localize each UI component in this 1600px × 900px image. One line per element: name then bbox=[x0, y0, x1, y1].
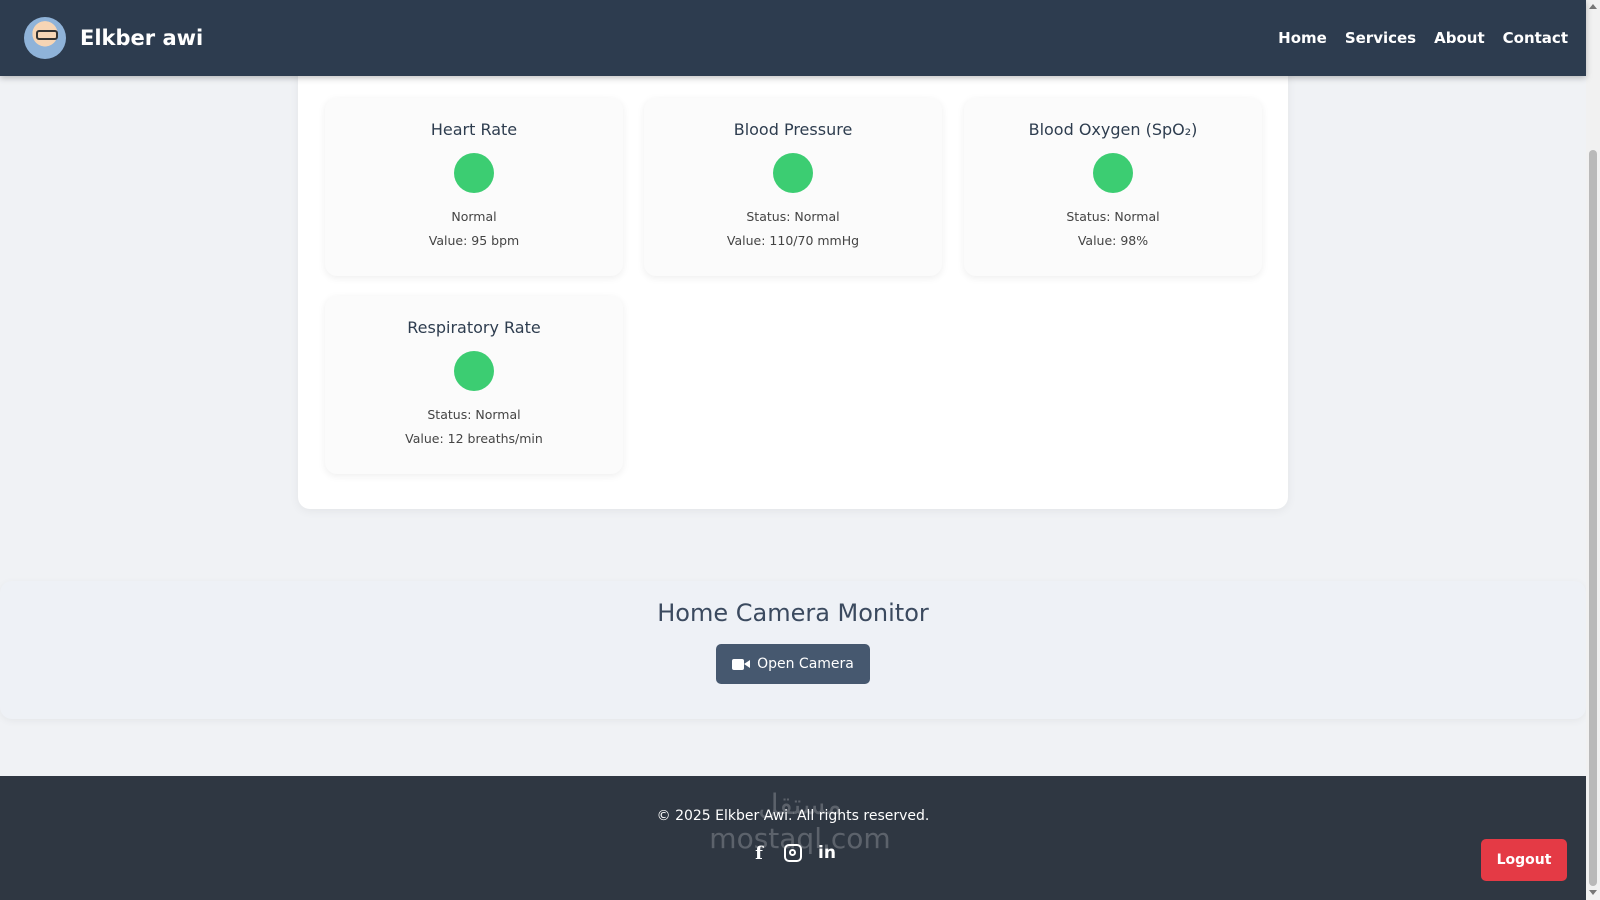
nav-contact-link[interactable]: Contact bbox=[1503, 29, 1568, 47]
nav-home-link[interactable]: Home bbox=[1278, 29, 1327, 47]
vital-value: Value: 98% bbox=[1077, 233, 1149, 248]
open-camera-label: Open Camera bbox=[757, 656, 854, 672]
vital-card-respiratory-rate: Respiratory Rate Status: Normal Value: 1… bbox=[325, 296, 623, 474]
watermark: مستقل mostaql.com bbox=[709, 788, 891, 855]
vital-status: Normal bbox=[451, 209, 497, 224]
video-camera-icon bbox=[732, 658, 751, 670]
status-indicator-icon bbox=[454, 351, 494, 391]
logout-button[interactable]: Logout bbox=[1481, 839, 1567, 881]
vital-value: Value: 110/70 mmHg bbox=[726, 233, 860, 248]
top-navbar: Elkber awi Home Services About Contact bbox=[0, 0, 1586, 76]
vital-status: Status: Normal bbox=[746, 209, 840, 224]
brand-name: Elkber awi bbox=[80, 26, 204, 50]
open-camera-button[interactable]: Open Camera bbox=[716, 644, 870, 684]
vital-value: Value: 12 breaths/min bbox=[405, 431, 543, 446]
main-nav: Home Services About Contact bbox=[1278, 29, 1568, 47]
page-scrollbar[interactable] bbox=[1586, 0, 1600, 900]
vital-status: Status: Normal bbox=[1066, 209, 1160, 224]
vital-title: Blood Pressure bbox=[733, 120, 853, 139]
vital-card-heart-rate: Heart Rate Normal Value: 95 bpm bbox=[325, 98, 623, 276]
camera-section-title: Home Camera Monitor bbox=[657, 599, 929, 627]
nav-about-link[interactable]: About bbox=[1434, 29, 1485, 47]
status-indicator-icon bbox=[454, 153, 494, 193]
vital-value: Value: 95 bpm bbox=[428, 233, 520, 248]
status-indicator-icon bbox=[773, 153, 813, 193]
vital-title: Heart Rate bbox=[430, 120, 518, 139]
vital-card-blood-oxygen: Blood Oxygen (SpO₂) Status: Normal Value… bbox=[964, 98, 1262, 276]
scroll-up-arrow-icon[interactable] bbox=[1589, 4, 1597, 9]
scroll-down-arrow-icon[interactable] bbox=[1589, 890, 1597, 895]
vital-title: Blood Oxygen (SpO₂) bbox=[1028, 120, 1198, 139]
vital-title: Respiratory Rate bbox=[407, 318, 541, 337]
nav-services-link[interactable]: Services bbox=[1345, 29, 1416, 47]
scrollbar-thumb[interactable] bbox=[1589, 150, 1597, 886]
brand[interactable]: Elkber awi bbox=[24, 17, 203, 59]
logo-avatar-icon bbox=[24, 17, 66, 59]
vital-card-blood-pressure: Blood Pressure Status: Normal Value: 110… bbox=[644, 98, 942, 276]
camera-monitor-section: Home Camera Monitor Open Camera bbox=[0, 581, 1586, 719]
vital-status: Status: Normal bbox=[427, 407, 521, 422]
status-indicator-icon bbox=[1093, 153, 1133, 193]
vitals-panel: Heart Rate Normal Value: 95 bpm Blood Pr… bbox=[298, 60, 1288, 509]
